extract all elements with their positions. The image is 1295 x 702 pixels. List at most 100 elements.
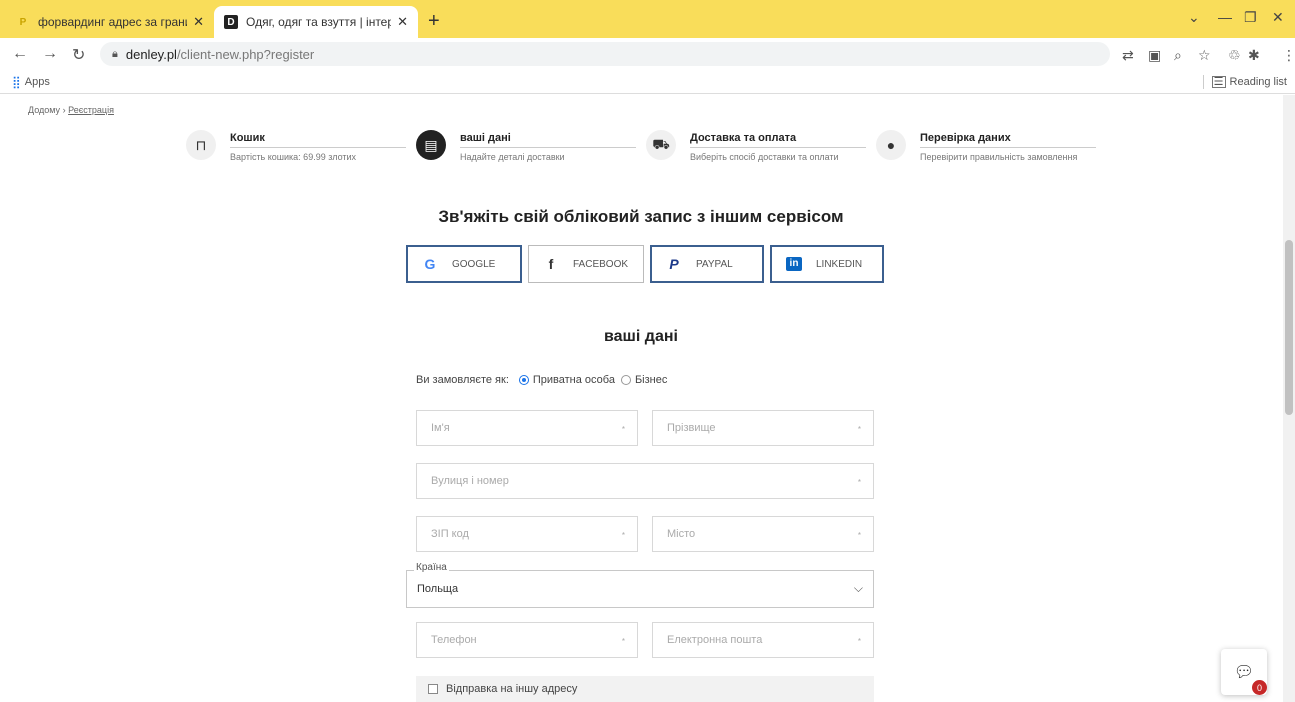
step-subtitle: Виберіть спосіб доставки та оплати xyxy=(690,152,839,162)
email-input[interactable] xyxy=(653,623,873,657)
reading-list-icon: ☰ xyxy=(1211,76,1226,88)
chat-bubble-icon: ● xyxy=(876,130,906,160)
last-name-input[interactable] xyxy=(653,411,873,445)
browser-tab-bar: Р форвардинг адрес за границей ✕ D Одяг,… xyxy=(0,0,1295,38)
puzzle-icon[interactable]: ✱ xyxy=(1248,47,1260,64)
tab-2-title: Одяг, одяг та взуття | інтернет- xyxy=(246,15,392,29)
close-tab-2-icon[interactable]: ✕ xyxy=(397,14,408,30)
order-type-label: Ви замовляєте як: xyxy=(416,374,509,386)
apps-label: Apps xyxy=(24,76,50,88)
back-icon[interactable]: ← xyxy=(12,45,28,63)
required-mark: * xyxy=(857,531,861,540)
menu-icon[interactable]: ⋮ xyxy=(1282,47,1295,64)
breadcrumb: Додому › Реєстрація xyxy=(28,105,114,115)
step-delivery-payment: ⛟ Доставка та оплата Виберіть спосіб дос… xyxy=(646,130,866,170)
step-cart: ⊓ Кошик Вартість кошика: 69.99 злотих xyxy=(186,130,406,170)
required-mark: * xyxy=(857,637,861,646)
required-mark: * xyxy=(621,637,625,646)
close-tab-1-icon[interactable]: ✕ xyxy=(193,14,204,30)
last-name-field: * xyxy=(652,410,874,446)
ship-other-address-checkbox[interactable] xyxy=(428,684,438,694)
form-heading: ваші дані xyxy=(604,328,678,345)
truck-icon: ⛟ xyxy=(646,130,676,160)
lock-icon: 🔒︎ xyxy=(112,47,118,60)
zip-input[interactable] xyxy=(417,517,637,551)
google-label: GOOGLE xyxy=(452,258,496,270)
page-content xyxy=(0,95,1283,702)
forward-icon[interactable]: → xyxy=(42,45,58,63)
tab-2-favicon: D xyxy=(224,15,238,29)
apps-shortcut[interactable]: ⣿ Apps xyxy=(12,75,50,89)
zoom-icon[interactable]: ⌕ xyxy=(1174,47,1182,64)
reading-list-button[interactable]: ☰ Reading list xyxy=(1202,75,1287,89)
ship-other-address-row[interactable]: Відправка на іншу адресу xyxy=(416,676,874,702)
business-label[interactable]: Бізнес xyxy=(635,374,667,386)
new-tab-icon[interactable]: + xyxy=(428,10,440,33)
paypal-icon: P xyxy=(669,256,679,272)
step-title: Доставка та оплата xyxy=(690,132,797,144)
install-icon[interactable]: ▣ xyxy=(1148,47,1161,64)
phone-field: * xyxy=(416,622,638,658)
linkedin-label: LINKEDIN xyxy=(816,258,863,270)
breadcrumb-current[interactable]: Реєстрація xyxy=(68,105,114,115)
reading-list-label: Reading list xyxy=(1229,76,1287,88)
step-your-data: ▤ ваші дані Надайте деталі доставки xyxy=(416,130,636,170)
facebook-label: FACEBOOK xyxy=(573,258,629,270)
phone-input[interactable] xyxy=(417,623,637,657)
facebook-button[interactable]: f FACEBOOK xyxy=(528,245,644,283)
extension-icon[interactable]: ♲ xyxy=(1228,47,1241,64)
step-verify: ● Перевірка даних Перевірити правильніст… xyxy=(876,130,1096,170)
chat-bubble-icon: 💬︎ xyxy=(1233,664,1255,681)
step-title: ваші дані xyxy=(460,132,511,144)
country-value: Польща xyxy=(417,583,459,595)
first-name-input[interactable] xyxy=(417,411,637,445)
required-mark: * xyxy=(857,478,861,487)
google-icon: G xyxy=(424,256,436,272)
required-mark: * xyxy=(621,531,625,540)
linkedin-button[interactable]: in LINKEDIN xyxy=(770,245,884,283)
bookmarks-bar: ⣿ Apps ☰ Reading list xyxy=(0,70,1295,94)
paypal-button[interactable]: P PAYPAL xyxy=(650,245,764,283)
email-field: * xyxy=(652,622,874,658)
step-subtitle: Надайте деталі доставки xyxy=(460,152,565,162)
order-type-group: Ви замовляєте як: Приватна особа Бізнес xyxy=(416,374,667,386)
reload-icon[interactable]: ↻ xyxy=(72,45,85,65)
google-button[interactable]: G GOOGLE xyxy=(406,245,522,283)
facebook-icon: f xyxy=(548,256,554,272)
url-domain: denley.pl xyxy=(125,46,177,62)
private-person-label[interactable]: Приватна особа xyxy=(533,374,615,386)
apps-grid-icon: ⣿ xyxy=(12,75,21,89)
ship-other-address-label: Відправка на іншу адресу xyxy=(446,683,578,695)
tab-1-title: форвардинг адрес за границей xyxy=(38,15,187,29)
city-input[interactable] xyxy=(653,517,873,551)
browser-tab-1[interactable]: Р форвардинг адрес за границей ✕ xyxy=(6,6,214,38)
step-subtitle: Перевірити правильність замовлення xyxy=(920,152,1078,162)
address-bar[interactable]: 🔒︎ denley.pl /client-new.php?register xyxy=(100,42,1110,66)
country-select[interactable]: Польща ⌵ xyxy=(406,570,874,608)
street-field: * xyxy=(416,463,874,499)
chevron-down-icon: ⌵ xyxy=(853,581,863,595)
browser-tab-2[interactable]: D Одяг, одяг та взуття | інтернет- ✕ xyxy=(214,6,418,38)
translate-icon[interactable]: ⇄ xyxy=(1122,47,1134,64)
business-radio[interactable] xyxy=(620,375,631,385)
minimize-icon[interactable]: — xyxy=(1218,9,1232,25)
city-field: * xyxy=(652,516,874,552)
private-person-radio[interactable] xyxy=(518,375,529,385)
scrollbar-thumb[interactable] xyxy=(1285,240,1293,415)
breadcrumb-home[interactable]: Додому xyxy=(28,105,60,115)
tab-search-icon[interactable]: ⌄ xyxy=(1188,9,1200,26)
paypal-label: PAYPAL xyxy=(696,258,733,270)
document-icon: ▤ xyxy=(416,130,446,160)
bookmark-star-icon[interactable]: ☆ xyxy=(1198,47,1211,64)
step-subtitle: Вартість кошика: 69.99 злотих xyxy=(230,152,357,162)
url-path: /client-new.php?register xyxy=(176,46,315,62)
restore-icon[interactable]: ❐ xyxy=(1244,9,1257,26)
window-close-icon[interactable]: ✕ xyxy=(1272,9,1284,26)
country-label: Країна xyxy=(414,562,449,573)
street-input[interactable] xyxy=(417,464,873,498)
browser-toolbar: ← → ↻ 🔒︎ denley.pl /client-new.php?regis… xyxy=(0,38,1295,70)
bag-icon: ⊓ xyxy=(186,130,216,160)
page-scrollbar[interactable] xyxy=(1283,95,1295,702)
linkedin-icon: in xyxy=(786,257,802,271)
first-name-field: * xyxy=(416,410,638,446)
